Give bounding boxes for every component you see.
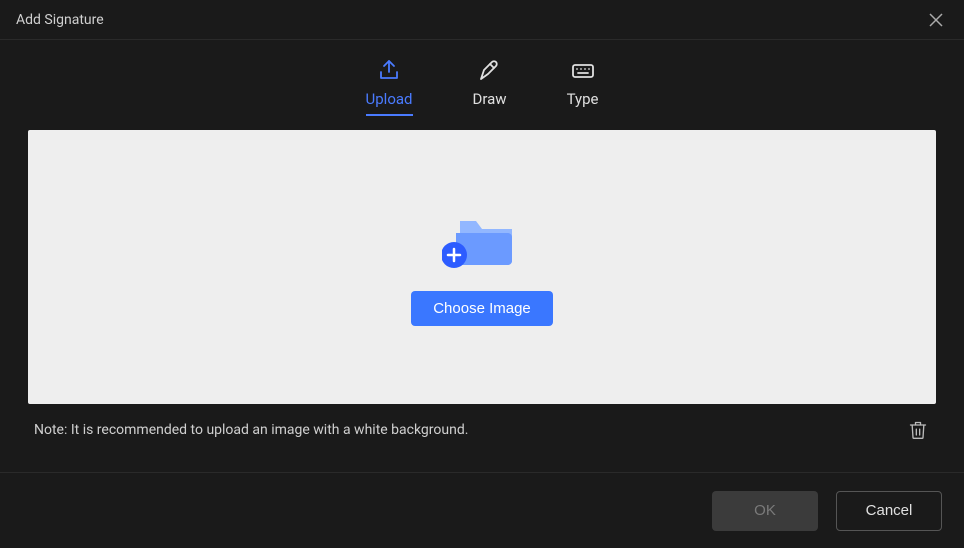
- note-row: Note: It is recommended to upload an ima…: [0, 404, 964, 442]
- cancel-button[interactable]: Cancel: [836, 491, 942, 531]
- type-icon: [571, 58, 595, 82]
- delete-button[interactable]: [906, 418, 930, 442]
- titlebar: Add Signature: [0, 0, 964, 40]
- tab-draw-label: Draw: [473, 90, 507, 108]
- tab-upload-label: Upload: [366, 90, 413, 108]
- note-text: Note: It is recommended to upload an ima…: [34, 422, 468, 438]
- draw-icon: [478, 58, 502, 82]
- tab-type[interactable]: Type: [567, 58, 599, 116]
- close-icon: [929, 13, 943, 27]
- tab-upload[interactable]: Upload: [366, 58, 413, 116]
- dialog-title: Add Signature: [16, 12, 104, 28]
- upload-area: Choose Image: [28, 130, 936, 404]
- tab-type-label: Type: [567, 90, 599, 108]
- close-button[interactable]: [924, 8, 948, 32]
- choose-image-button[interactable]: Choose Image: [411, 291, 553, 326]
- footer: OK Cancel: [0, 472, 964, 548]
- trash-icon: [908, 420, 928, 440]
- ok-button[interactable]: OK: [712, 491, 818, 531]
- tabs: Upload Draw Type: [0, 40, 964, 120]
- upload-icon: [377, 58, 401, 82]
- tab-draw[interactable]: Draw: [473, 58, 507, 116]
- folder-plus-icon: [442, 209, 522, 269]
